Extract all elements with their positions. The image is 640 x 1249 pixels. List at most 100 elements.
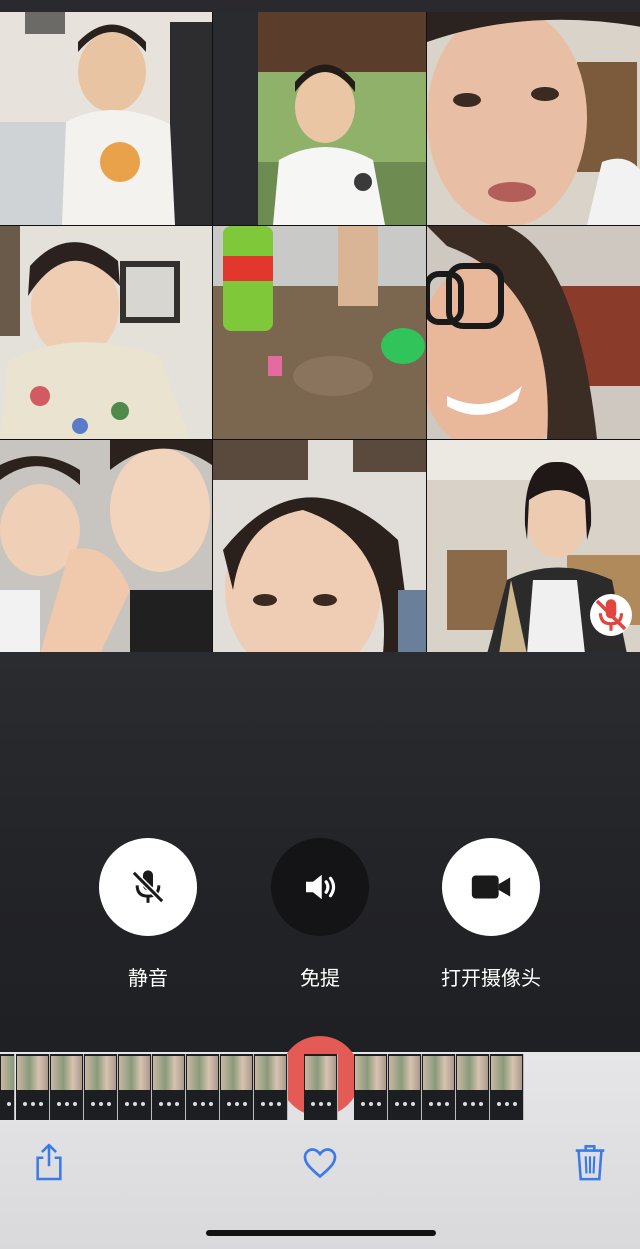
mute-control[interactable]: 静音 bbox=[98, 838, 198, 991]
thumbnail-dot bbox=[429, 1102, 433, 1106]
thumbnail-dot bbox=[99, 1102, 103, 1106]
thumbnail-preview bbox=[423, 1056, 454, 1090]
participant-video-5[interactable] bbox=[213, 226, 426, 439]
thumbnail-dot bbox=[395, 1102, 399, 1106]
thumbnail-dot bbox=[311, 1102, 315, 1106]
filmstrip-thumbnail[interactable] bbox=[50, 1054, 84, 1120]
thumbnail-dot bbox=[513, 1102, 517, 1106]
mic-off-icon bbox=[595, 599, 627, 631]
speaker-control[interactable]: 免提 bbox=[270, 838, 370, 991]
thumbnail-dot bbox=[159, 1102, 163, 1106]
participant-muted-badge bbox=[590, 594, 632, 636]
thumbnail-dot bbox=[91, 1102, 95, 1106]
share-icon[interactable] bbox=[32, 1142, 66, 1182]
filmstrip-thumbnail[interactable] bbox=[186, 1054, 220, 1120]
participant-video-1[interactable] bbox=[0, 12, 212, 225]
thumbnail-preview bbox=[255, 1056, 286, 1090]
filmstrip-thumbnail[interactable] bbox=[220, 1054, 254, 1120]
thumbnail-dot bbox=[125, 1102, 129, 1106]
video-camera-icon bbox=[471, 875, 511, 899]
thumbnail-dot bbox=[411, 1102, 415, 1106]
home-indicator bbox=[206, 1230, 436, 1236]
thumbnail-dot bbox=[31, 1102, 35, 1106]
thumbnail-preview bbox=[85, 1056, 116, 1090]
participant-video-8[interactable] bbox=[213, 440, 426, 654]
filmstrip-thumbnail[interactable] bbox=[304, 1054, 338, 1120]
filmstrip-thumbnail[interactable] bbox=[388, 1054, 422, 1120]
filmstrip-thumbnail[interactable] bbox=[16, 1054, 50, 1120]
thumbnail-dot bbox=[57, 1102, 61, 1106]
thumbnail-dot bbox=[277, 1102, 281, 1106]
speaker-label: 免提 bbox=[300, 966, 340, 990]
filmstrip-thumbnail[interactable] bbox=[354, 1054, 388, 1120]
video-grid bbox=[0, 12, 640, 654]
thumbnail-preview bbox=[305, 1056, 336, 1090]
thumbnail-dot bbox=[133, 1102, 137, 1106]
thumbnail-dot bbox=[479, 1102, 483, 1106]
thumbnail-dot bbox=[327, 1102, 331, 1106]
trash-icon[interactable] bbox=[574, 1142, 606, 1182]
thumbnail-dot bbox=[243, 1102, 247, 1106]
participant-video-9[interactable] bbox=[427, 440, 640, 654]
thumbnail-preview bbox=[17, 1056, 48, 1090]
thumbnail-preview bbox=[51, 1056, 82, 1090]
thumbnail-preview bbox=[153, 1056, 184, 1090]
thumbnail-dot bbox=[209, 1102, 213, 1106]
participant-video-6[interactable] bbox=[427, 226, 640, 439]
heart-icon[interactable] bbox=[302, 1146, 338, 1180]
camera-label: 打开摄像头 bbox=[441, 966, 541, 990]
thumbnail-preview bbox=[457, 1056, 488, 1090]
thumbnail-dot bbox=[107, 1102, 111, 1106]
thumbnail-dot bbox=[227, 1102, 231, 1106]
thumbnail-dot bbox=[497, 1102, 501, 1106]
thumbnail-dot bbox=[445, 1102, 449, 1106]
top-strip bbox=[0, 0, 640, 12]
thumbnail-dot bbox=[319, 1102, 323, 1106]
thumbnail-dot bbox=[437, 1102, 441, 1106]
thumbnail-dot bbox=[463, 1102, 467, 1106]
filmstrip-thumbnail[interactable] bbox=[118, 1054, 152, 1120]
thumbnail-dot bbox=[235, 1102, 239, 1106]
thumbnail-preview bbox=[119, 1056, 150, 1090]
thumbnail-preview bbox=[355, 1056, 386, 1090]
mute-label: 静音 bbox=[128, 966, 168, 990]
thumbnail-dot bbox=[193, 1102, 197, 1106]
participant-video-3[interactable] bbox=[427, 12, 640, 225]
filmstrip-thumbnail[interactable] bbox=[422, 1054, 456, 1120]
thumbnail-dot bbox=[269, 1102, 273, 1106]
thumbnail-dot bbox=[505, 1102, 509, 1106]
thumbnail-dot bbox=[65, 1102, 69, 1106]
thumbnail-dot bbox=[377, 1102, 381, 1106]
filmstrip-thumbnail[interactable] bbox=[254, 1054, 288, 1120]
thumbnail-preview bbox=[187, 1056, 218, 1090]
filmstrip-thumbnail[interactable] bbox=[0, 1054, 15, 1120]
filmstrip-thumbnail[interactable] bbox=[490, 1054, 524, 1120]
thumbnail-dot bbox=[7, 1102, 11, 1106]
filmstrip-thumbnail[interactable] bbox=[84, 1054, 118, 1120]
speaker-button[interactable] bbox=[271, 838, 369, 936]
thumbnail-dot bbox=[175, 1102, 179, 1106]
filmstrip-thumbnail[interactable] bbox=[456, 1054, 490, 1120]
thumbnail-dot bbox=[23, 1102, 27, 1106]
participant-video-2[interactable] bbox=[213, 12, 426, 225]
thumbnail-dot bbox=[403, 1102, 407, 1106]
thumbnail-dot bbox=[369, 1102, 373, 1106]
thumbnail-dot bbox=[361, 1102, 365, 1106]
thumbnail-dot bbox=[471, 1102, 475, 1106]
thumbnail-dot bbox=[141, 1102, 145, 1106]
participant-video-4[interactable] bbox=[0, 226, 212, 439]
filmstrip-thumbnail[interactable] bbox=[152, 1054, 186, 1120]
speaker-icon bbox=[306, 874, 336, 900]
thumbnail-dot bbox=[201, 1102, 205, 1106]
thumbnail-filmstrip[interactable] bbox=[0, 1054, 640, 1120]
thumbnail-dot bbox=[39, 1102, 43, 1106]
thumbnail-dot bbox=[167, 1102, 171, 1106]
camera-button[interactable] bbox=[442, 838, 540, 936]
mute-button[interactable] bbox=[99, 838, 197, 936]
participant-video-7[interactable] bbox=[0, 440, 212, 654]
thumbnail-dot bbox=[73, 1102, 77, 1106]
thumbnail-preview bbox=[221, 1056, 252, 1090]
thumbnail-preview bbox=[1, 1056, 14, 1090]
camera-control[interactable]: 打开摄像头 bbox=[441, 838, 541, 991]
thumbnail-preview bbox=[491, 1056, 522, 1090]
